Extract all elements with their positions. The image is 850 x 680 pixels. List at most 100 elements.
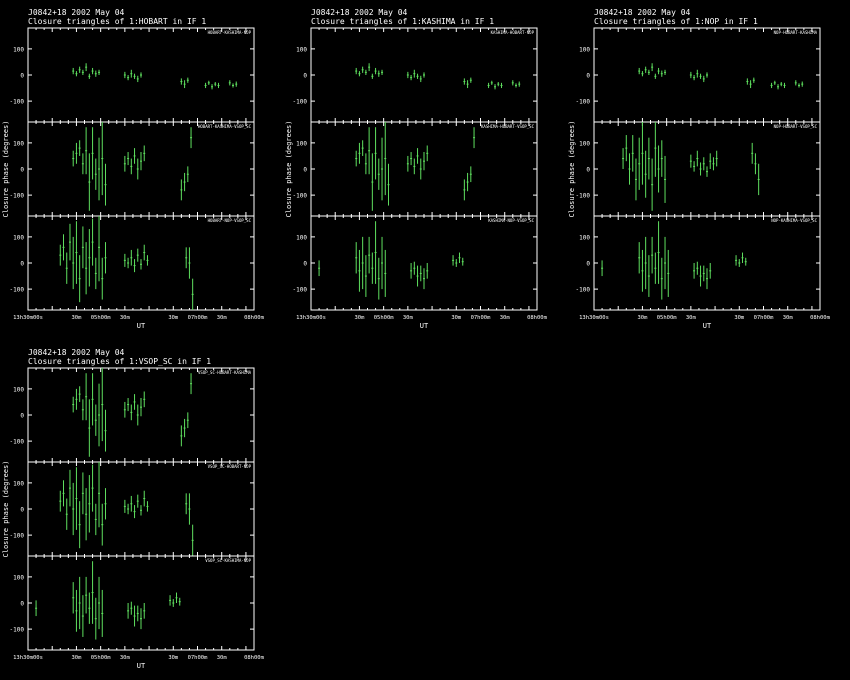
- x-axis-label: UT: [703, 322, 712, 330]
- x-tick-label: 08h00m: [244, 315, 265, 321]
- y-tick-label: 0: [20, 73, 24, 80]
- triangle-label: HOBART-KASHIMA-NOP: [208, 30, 252, 35]
- x-tick-label: 30m: [71, 655, 82, 661]
- y-tick-label: -100: [293, 193, 308, 200]
- triangle-label: HOBART-KASHIMA-VSOP_SC: [198, 124, 252, 129]
- x-axis-label: UT: [420, 322, 429, 330]
- x-tick-label: 30m: [168, 315, 179, 321]
- y-tick-label: 0: [20, 167, 24, 174]
- chart-title: J0842+18 2002 May 04: [311, 8, 408, 17]
- y-tick-label: 0: [586, 167, 590, 174]
- chart-subtitle: Closure triangles of 1:NOP in IF 1: [594, 17, 758, 26]
- closure-panel: 100 0 -100 VSOP_SC-HOBART-KASHIMA: [10, 367, 255, 463]
- chart-group: J0842+18 2002 May 04Closure triangles of…: [2, 8, 265, 330]
- x-tick-label: 30m: [686, 315, 697, 321]
- triangle-label: NOP-HOBART-KASHIMA: [774, 30, 818, 35]
- closure-panel: 100 0 -100 HOBART-KASHIMA-VSOP_SC: [10, 121, 255, 217]
- closure-panel: 100 0 -100 KASHIMA-HOBART-VSOP_SC: [293, 121, 538, 217]
- chart-group: J0842+18 2002 May 04Closure triangles of…: [568, 8, 831, 330]
- x-tick-label: 05h00m: [374, 315, 395, 321]
- closure-panel: 100 0 -100 KASHIMA-HOBART-NOP: [293, 27, 538, 123]
- y-axis-label: Closure phase (degrees): [285, 121, 293, 218]
- triangle-label: HOBART-NOP-VSOP_SC: [208, 218, 252, 223]
- chart-subtitle: Closure triangles of 1:VSOP_SC in IF 1: [28, 357, 211, 366]
- x-tick-label: 30m: [71, 315, 82, 321]
- panel-frame: [593, 215, 821, 311]
- y-tick-label: -100: [576, 193, 591, 200]
- y-tick-label: 100: [296, 234, 307, 241]
- closure-panel: 100 0 -100 NOP-HOBART-VSOP_SC: [576, 121, 821, 217]
- triangle-label: NOP-KASHIMA-VSOP_SC: [771, 218, 817, 223]
- chart-subtitle: Closure triangles of 1:HOBART in IF 1: [28, 17, 206, 26]
- y-tick-label: 0: [303, 73, 307, 80]
- panel-frame: [27, 555, 255, 651]
- closure-panel: 100 0 -100 HOBART-NOP-VSOP_SC: [10, 215, 255, 311]
- chart-group: J0842+18 2002 May 04Closure triangles of…: [2, 348, 265, 670]
- y-tick-label: -100: [10, 287, 25, 294]
- y-axis-label: Closure phase (degrees): [2, 461, 10, 558]
- x-tick-label: 30m: [637, 315, 648, 321]
- y-tick-label: 100: [13, 480, 24, 487]
- x-tick-label: 07h00m: [754, 315, 775, 321]
- closure-panel: 100 0 -100 VSOP_SC-KASHIMA-NOP: [10, 555, 255, 651]
- triangle-label: NOP-HOBART-VSOP_SC: [774, 124, 818, 129]
- x-tick-label: 30m: [120, 655, 131, 661]
- y-tick-label: -100: [10, 627, 25, 634]
- x-tick-label: 08h00m: [810, 315, 831, 321]
- x-axis-label: UT: [137, 322, 146, 330]
- x-tick-label: 13h30m00s: [579, 315, 609, 321]
- chart-title: J0842+18 2002 May 04: [594, 8, 691, 17]
- x-tick-label: 30m: [354, 315, 365, 321]
- triangle-label: VSOP_SC-HOBART-NOP: [208, 464, 252, 469]
- x-tick-label: 30m: [217, 655, 228, 661]
- closure-phase-figure: J0842+18 2002 May 04Closure triangles of…: [2, 8, 831, 670]
- y-tick-label: 0: [20, 413, 24, 420]
- y-tick-label: -100: [576, 99, 591, 106]
- chart-title: J0842+18 2002 May 04: [28, 8, 125, 17]
- x-tick-label: 30m: [451, 315, 462, 321]
- y-tick-label: 100: [13, 140, 24, 147]
- chart-subtitle: Closure triangles of 1:KASHIMA in IF 1: [311, 17, 494, 26]
- panel-frame: [310, 215, 538, 311]
- y-tick-label: 100: [296, 140, 307, 147]
- x-tick-label: 30m: [403, 315, 414, 321]
- y-tick-label: 0: [303, 167, 307, 174]
- y-tick-label: -100: [293, 287, 308, 294]
- y-tick-label: 100: [296, 46, 307, 53]
- y-tick-label: 0: [20, 601, 24, 608]
- x-tick-label: 07h00m: [471, 315, 492, 321]
- y-tick-label: 100: [579, 140, 590, 147]
- y-tick-label: -100: [576, 287, 591, 294]
- closure-panel: 100 0 -100 VSOP_SC-HOBART-NOP: [10, 461, 255, 557]
- x-tick-label: 07h00m: [188, 655, 209, 661]
- y-tick-label: 0: [20, 507, 24, 514]
- closure-panel: 100 0 -100 NOP-HOBART-KASHIMA: [576, 27, 821, 123]
- y-tick-label: 100: [13, 574, 24, 581]
- x-tick-label: 13h30m00s: [13, 655, 43, 661]
- x-tick-label: 13h30m00s: [13, 315, 43, 321]
- x-tick-label: 05h00m: [91, 315, 112, 321]
- y-tick-label: 0: [586, 261, 590, 268]
- x-tick-label: 05h00m: [91, 655, 112, 661]
- x-tick-label: 08h00m: [527, 315, 548, 321]
- x-tick-label: 30m: [783, 315, 794, 321]
- x-tick-label: 30m: [120, 315, 131, 321]
- y-tick-label: 100: [579, 46, 590, 53]
- closure-panel: 100 0 -100 NOP-KASHIMA-VSOP_SC: [576, 215, 821, 311]
- x-tick-label: 07h00m: [188, 315, 209, 321]
- x-tick-label: 30m: [217, 315, 228, 321]
- y-tick-label: 0: [303, 261, 307, 268]
- y-tick-label: -100: [10, 439, 25, 446]
- triangle-label: VSOP_SC-HOBART-KASHIMA: [198, 370, 252, 375]
- triangle-label: KASHIMA-HOBART-NOP: [491, 30, 535, 35]
- x-tick-label: 30m: [500, 315, 511, 321]
- closure-panel: 100 0 -100 KASHIMA-NOP-VSOP_SC: [293, 215, 538, 311]
- y-axis-label: Closure phase (degrees): [2, 121, 10, 218]
- y-tick-label: -100: [10, 99, 25, 106]
- y-tick-label: 100: [13, 46, 24, 53]
- y-axis-label: Closure phase (degrees): [568, 121, 576, 218]
- y-tick-label: 0: [586, 73, 590, 80]
- x-tick-label: 30m: [168, 655, 179, 661]
- chart-group: J0842+18 2002 May 04Closure triangles of…: [285, 8, 548, 330]
- x-tick-label: 08h00m: [244, 655, 265, 661]
